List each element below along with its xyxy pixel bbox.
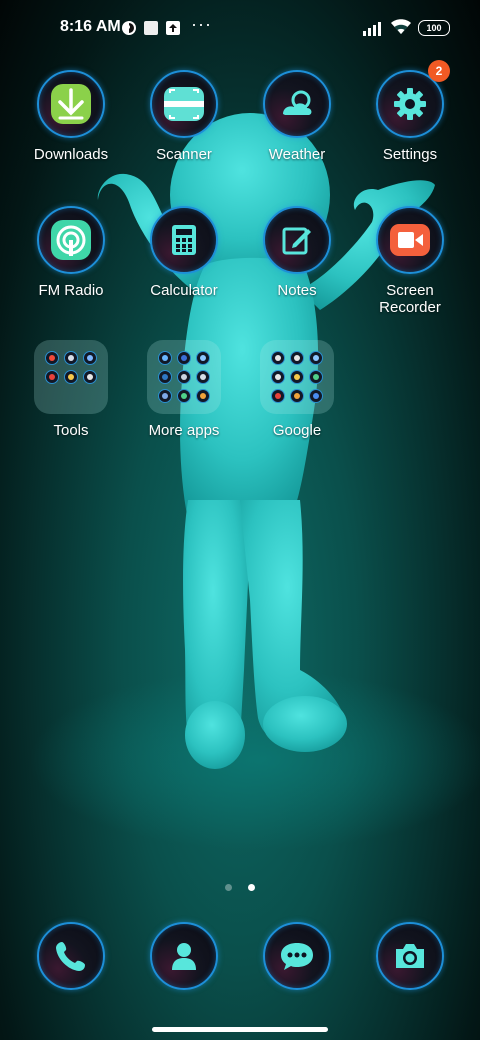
folder-label: More apps: [148, 422, 220, 439]
gear-icon: [394, 88, 426, 120]
folder-app-icon: [158, 370, 172, 384]
folder-app-icon: [271, 370, 285, 384]
calculator-icon: [172, 225, 196, 255]
app-weather[interactable]: Weather: [241, 70, 353, 163]
folder-app-icon: [158, 389, 172, 403]
folder-app-icon: [309, 389, 323, 403]
app-notes[interactable]: Notes: [241, 206, 353, 299]
app-calculator[interactable]: Calculator: [128, 206, 240, 299]
app-label: Scanner: [156, 146, 212, 163]
folder-app-icon: [64, 370, 78, 384]
folder-app-icon: [290, 351, 304, 365]
app-label: Calculator: [150, 282, 218, 299]
camera-icon: [396, 944, 424, 968]
signal-icon: [363, 22, 381, 36]
dock-camera[interactable]: [354, 922, 466, 990]
page-dot[interactable]: [224, 884, 232, 891]
folder-app-icon: [309, 351, 323, 365]
weather-icon: [283, 90, 312, 115]
app-label: FM Radio: [38, 282, 104, 299]
page-dot-active[interactable]: [248, 884, 256, 891]
app-screen-recorder[interactable]: Screen Recorder: [354, 206, 466, 316]
app-label: Notes: [277, 282, 317, 299]
folder-app-icon: [64, 351, 78, 365]
notes-icon: [282, 227, 311, 255]
folder-app-icon: [45, 351, 59, 365]
folder-more-apps[interactable]: More apps: [128, 340, 240, 439]
app-label: Settings: [382, 146, 438, 163]
folder-app-icon: [196, 389, 210, 403]
square-notification-icon: [144, 21, 158, 35]
phone-icon: [56, 942, 85, 971]
folder-app-icon: [177, 389, 191, 403]
folder-app-icon: [177, 370, 191, 384]
app-settings[interactable]: 2 Settings: [354, 60, 466, 163]
folder-app-icon: [158, 351, 172, 365]
app-notification-icon: [122, 21, 136, 35]
dock-messages[interactable]: [241, 922, 353, 990]
more-notifications: ···: [191, 14, 212, 34]
folder-google[interactable]: Google: [241, 340, 353, 439]
app-label: Downloads: [33, 146, 109, 163]
home-indicator[interactable]: [152, 1027, 328, 1032]
folder-label: Google: [272, 422, 322, 439]
page-indicator[interactable]: [0, 878, 480, 896]
messages-icon: [281, 943, 313, 970]
folder-app-icon: [45, 370, 59, 384]
folder-app-icon: [290, 370, 304, 384]
battery-icon: 100: [418, 20, 450, 36]
upload-icon: [166, 21, 180, 35]
folder-app-icon: [309, 370, 323, 384]
screen-recorder-icon: [390, 224, 430, 256]
dock-phone[interactable]: [15, 922, 127, 990]
radio-icon: [51, 220, 91, 260]
app-scanner[interactable]: Scanner: [128, 70, 240, 163]
folder-app-icon: [83, 370, 97, 384]
download-icon: [51, 84, 91, 124]
folder-app-icon: [271, 351, 285, 365]
wifi-icon: [391, 19, 411, 34]
status-time: 8:16 AM: [60, 18, 121, 35]
folder-app-icon: [177, 351, 191, 365]
folder-app-icon: [290, 389, 304, 403]
app-label: Screen Recorder: [379, 282, 441, 316]
app-label: Weather: [268, 146, 326, 163]
status-bar: 8:16 AM ··· 100: [0, 0, 480, 56]
dock-contacts[interactable]: [128, 922, 240, 990]
notification-badge: 2: [428, 60, 450, 82]
folder-label: Tools: [53, 422, 89, 439]
folder-app-icon: [271, 389, 285, 403]
app-fm-radio[interactable]: FM Radio: [15, 206, 127, 299]
app-downloads[interactable]: Downloads: [15, 70, 127, 163]
folder-app-icon: [83, 351, 97, 365]
folder-tools[interactable]: Tools: [15, 340, 127, 439]
folder-app-icon: [196, 370, 210, 384]
contacts-icon: [172, 943, 196, 970]
folder-app-icon: [196, 351, 210, 365]
scanner-icon: [164, 87, 204, 121]
